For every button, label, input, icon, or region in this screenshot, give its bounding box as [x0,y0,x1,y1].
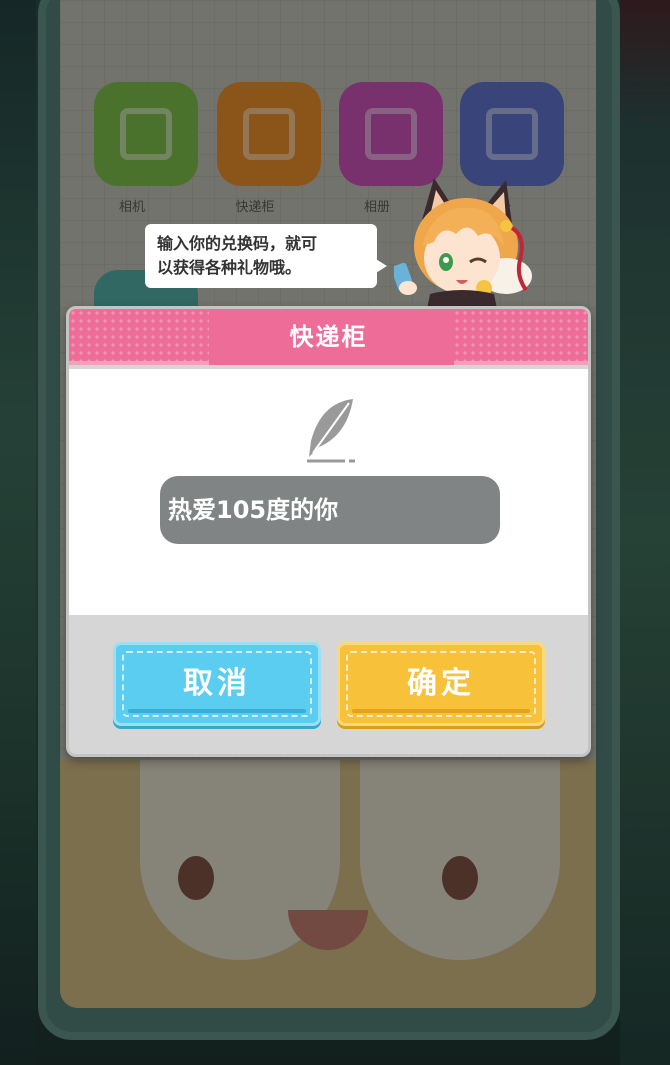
dialog-header: 快递柜 [69,309,588,365]
feather-quill-icon [307,399,355,463]
hint-line-2: 以获得各种礼物哦。 [157,258,302,277]
dialog-title: 快递柜 [289,323,368,351]
hint-line-1: 输入你的兑换码，就可 [157,234,318,253]
cancel-button[interactable]: 取消 [113,642,321,726]
redeem-code-input[interactable]: 热爱105度的你 [160,476,500,544]
confirm-button[interactable]: 确定 [337,642,545,726]
cancel-button-label: 取消 [183,666,251,701]
cat-girl-mascot [394,178,532,314]
confirm-button-label: 确定 [407,666,475,701]
speech-bubble-tail [371,256,387,276]
hint-speech-bubble: 输入你的兑换码，就可 以获得各种礼物哦。 [145,224,377,288]
dialog-body: 热爱105度的你 [69,369,588,615]
redeem-code-dialog: 快递柜 热爱105度的你 取消 确定 [66,306,591,757]
